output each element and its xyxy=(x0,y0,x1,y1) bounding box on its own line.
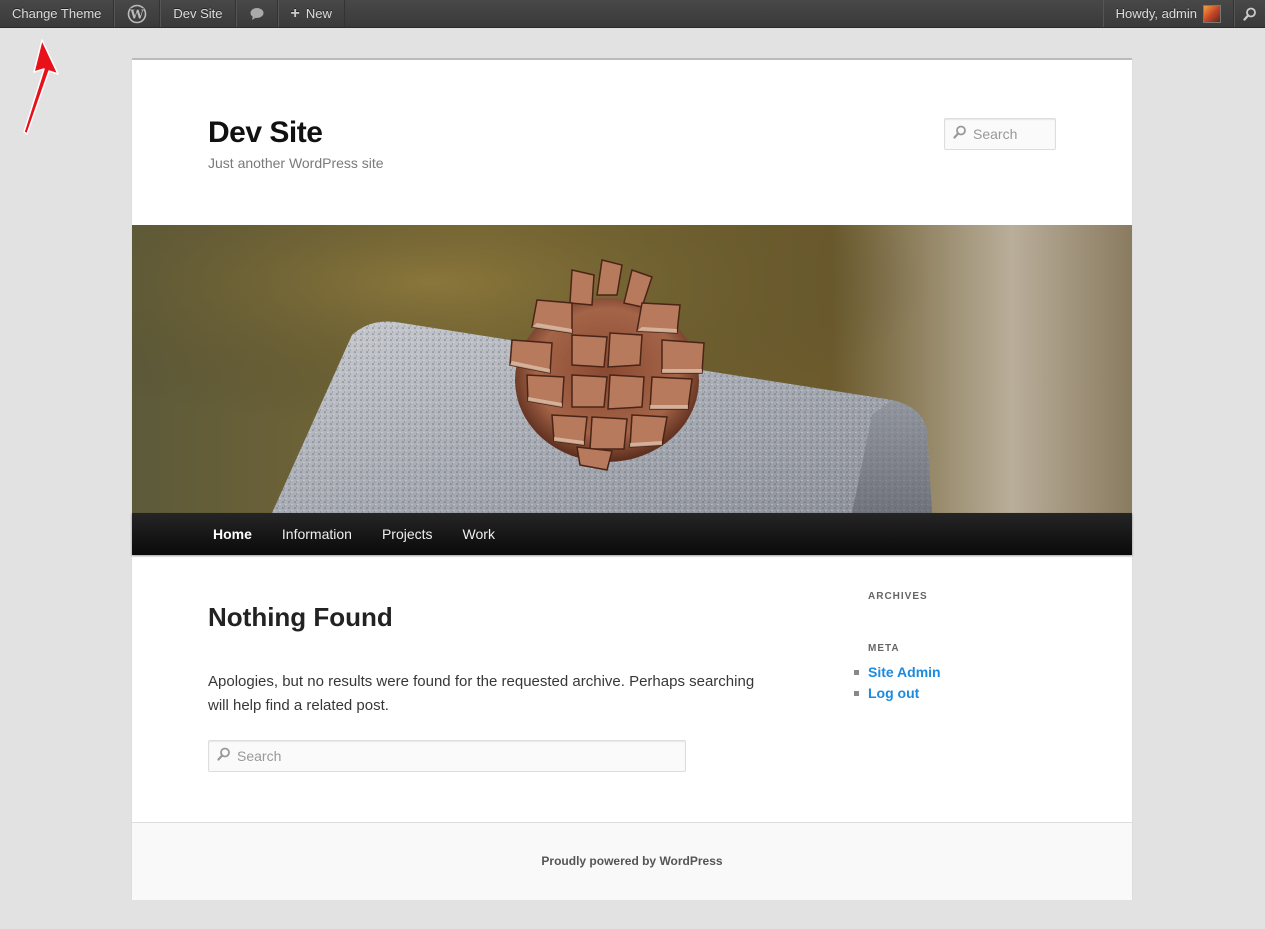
wordpress-menu[interactable]: W xyxy=(114,0,161,27)
log-out-link[interactable]: Log out xyxy=(868,685,919,701)
site-description: Just another WordPress site xyxy=(208,155,384,171)
new-content-menu[interactable]: + New xyxy=(277,0,345,27)
header-search-input[interactable] xyxy=(973,126,1055,142)
archives-widget-title: Archives xyxy=(868,591,928,602)
meta-links-list: Site Admin Log out xyxy=(854,662,941,704)
annotation-arrow-icon xyxy=(18,38,64,138)
change-theme-button[interactable]: Change Theme xyxy=(0,0,115,27)
header-search-box[interactable] xyxy=(944,118,1056,150)
nav-item-projects[interactable]: Projects xyxy=(367,513,448,555)
site-title[interactable]: Dev Site xyxy=(208,116,323,150)
wordpress-logo-icon: W xyxy=(127,4,147,24)
plus-icon: + xyxy=(290,4,300,22)
svg-text:W: W xyxy=(130,7,145,21)
site-admin-link[interactable]: Site Admin xyxy=(868,664,941,680)
nav-item-home[interactable]: Home xyxy=(198,513,267,555)
list-item: Site Admin xyxy=(854,662,941,683)
new-label: New xyxy=(305,6,332,21)
site-header: Dev Site Just another WordPress site xyxy=(132,60,1132,225)
search-icon xyxy=(1243,7,1257,21)
powered-by-link[interactable]: Proudly powered by WordPress xyxy=(541,854,722,868)
comments-menu[interactable] xyxy=(235,0,278,27)
page-container: Dev Site Just another WordPress site Sea… xyxy=(132,58,1132,900)
nav-item-information[interactable]: Information xyxy=(267,513,367,555)
admin-bar-right: Howdy, admin xyxy=(1102,0,1265,27)
header-image xyxy=(132,225,1132,513)
my-account-menu[interactable]: Howdy, admin xyxy=(1102,0,1234,27)
entry-title: Nothing Found xyxy=(208,602,393,632)
content-search-box[interactable] xyxy=(208,740,686,772)
search-icon xyxy=(217,747,231,766)
search-icon xyxy=(953,125,967,144)
list-item: Log out xyxy=(854,683,941,704)
entry-text: Apologies, but no results were found for… xyxy=(208,673,755,714)
nav-item-work[interactable]: Work xyxy=(448,513,510,555)
change-theme-label: Change Theme xyxy=(12,6,102,21)
content-search-input[interactable] xyxy=(237,748,685,764)
site-name-label: Dev Site xyxy=(173,6,223,21)
howdy-label: Howdy, admin xyxy=(1115,6,1197,21)
site-name-menu[interactable]: Dev Site xyxy=(160,0,236,27)
meta-widget-title: Meta xyxy=(868,643,900,654)
admin-bar: Change Theme W Dev Site + New Howdy, adm… xyxy=(0,0,1265,28)
comment-bubble-icon xyxy=(249,6,265,22)
primary-navigation: Home Information Projects Work xyxy=(132,513,1132,555)
avatar xyxy=(1203,4,1221,23)
admin-bar-search-button[interactable] xyxy=(1234,0,1265,27)
site-footer: Proudly powered by WordPress xyxy=(132,822,1132,900)
